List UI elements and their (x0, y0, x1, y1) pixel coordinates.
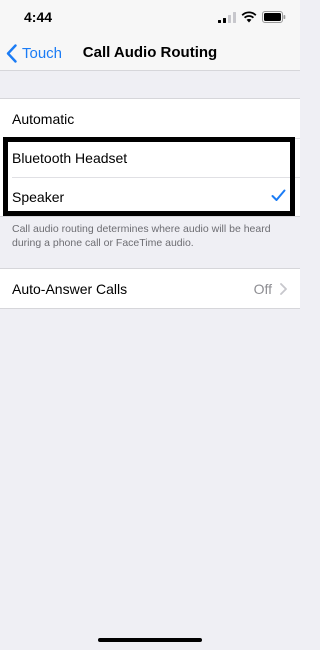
wifi-icon (241, 11, 257, 23)
auto-answer-value: Off (253, 280, 272, 297)
home-indicator[interactable] (98, 638, 202, 642)
auto-answer-calls-row[interactable]: Auto-Answer Calls Off (0, 269, 300, 308)
routing-footnote: Call audio routing determines where audi… (12, 223, 271, 249)
page-title: Call Audio Routing (82, 44, 218, 61)
status-icons (218, 11, 286, 23)
auto-answer-label: Auto-Answer Calls (12, 280, 128, 297)
cellular-signal-icon (218, 12, 236, 23)
battery-icon (262, 11, 286, 23)
option-automatic[interactable]: Automatic (0, 99, 300, 138)
navigation-bar: Touch Call Audio Routing (0, 36, 300, 71)
chevron-right-icon (280, 283, 287, 295)
auto-answer-group: Auto-Answer Calls Off (0, 268, 300, 309)
status-time: 4:44 (24, 9, 53, 25)
highlight-box (3, 137, 295, 216)
status-bar: 4:44 (0, 0, 300, 36)
option-label: Automatic (12, 110, 75, 127)
